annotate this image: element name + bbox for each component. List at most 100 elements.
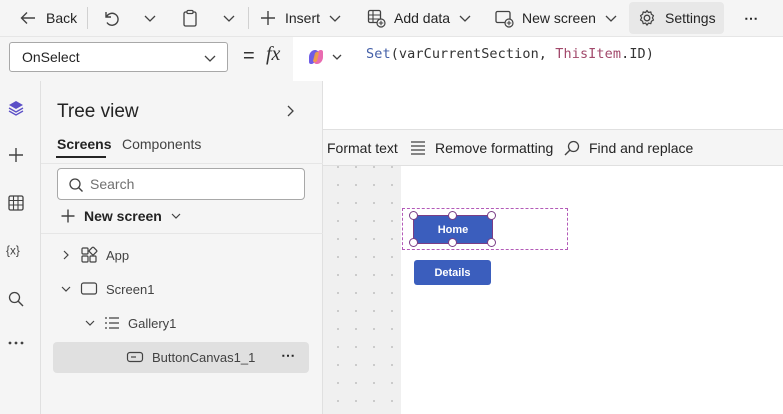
button-icon [126, 351, 144, 363]
details-button[interactable]: Details [414, 260, 491, 285]
node-more-button[interactable]: ⋯ [281, 347, 295, 364]
tab-underline [56, 156, 106, 158]
resize-handle-bottom[interactable] [448, 238, 457, 247]
find-replace-button[interactable]: Find and replace [563, 129, 693, 166]
add-data-label: Add data [394, 10, 451, 26]
tree-node-screen1[interactable]: Screen1 [60, 274, 154, 304]
canvas-grid [323, 166, 401, 414]
formula-rest: .ID) [621, 46, 655, 62]
formula-paren: ( [390, 46, 399, 62]
back-button[interactable]: Back [18, 0, 77, 36]
tab-screens[interactable]: Screens [57, 136, 111, 152]
chevron-down-icon [85, 320, 95, 326]
plus-icon [261, 11, 275, 25]
resize-handle-bottom-left[interactable] [409, 238, 418, 247]
more-icon: ⋯ [744, 9, 758, 26]
gallery-icon [105, 317, 119, 329]
formula-text[interactable]: Set(varCurrentSection, ThisItem.ID) [366, 46, 654, 62]
paste-dropdown[interactable] [222, 0, 236, 36]
copilot-icon [309, 50, 342, 64]
chevron-down-icon [329, 15, 341, 22]
undo-button[interactable] [101, 0, 121, 36]
chevron-down-icon [223, 15, 235, 22]
arrow-left-icon [20, 12, 35, 24]
home-button-label: Home [437, 223, 469, 236]
tree-node-gallery1[interactable]: Gallery1 [84, 308, 176, 338]
chevron-down-icon [61, 286, 71, 292]
new-screen-button[interactable]: New screen [494, 0, 618, 36]
collapse-panel-button[interactable] [285, 104, 297, 118]
property-dropdown[interactable]: OnSelect [9, 42, 228, 72]
search-icon [69, 178, 83, 192]
command-bar: Back Insert Add data New screen Settings… [0, 0, 783, 37]
search-icon[interactable] [6, 289, 26, 309]
settings-button[interactable]: Settings [629, 2, 724, 34]
divider [87, 7, 88, 29]
find-replace-label: Find and replace [589, 139, 694, 156]
search-placeholder: Search [90, 176, 135, 192]
more-icon: ⋯ [281, 347, 295, 363]
divider [41, 163, 323, 164]
chevron-right-icon [63, 250, 69, 260]
resize-handle-top[interactable] [448, 211, 457, 220]
equals-sign: = [243, 45, 255, 67]
table-icon[interactable] [6, 193, 26, 213]
resize-handle-top-left[interactable] [409, 211, 418, 220]
remove-formatting-label: Remove formatting [435, 139, 554, 156]
settings-label: Settings [665, 10, 716, 26]
chevron-down-icon [459, 15, 471, 22]
divider [248, 7, 249, 29]
back-label: Back [46, 10, 78, 26]
tree-node-label: App [106, 247, 130, 263]
svg-text:{x}: {x} [6, 244, 20, 258]
tree-node-label: Gallery1 [128, 315, 177, 331]
tree-node-label: ButtonCanvas1_1 [152, 349, 256, 365]
remove-formatting-icon [411, 140, 425, 155]
new-screen-tree-button[interactable]: New screen [60, 206, 182, 226]
new-screen-icon [495, 10, 514, 28]
plus-icon [61, 209, 75, 223]
app-screen[interactable] [401, 166, 783, 414]
left-rail: {x} [0, 81, 41, 414]
formula-thisitem: ThisItem [555, 46, 622, 62]
paste-button[interactable] [180, 0, 200, 36]
property-value: OnSelect [22, 49, 80, 65]
divider [41, 233, 323, 234]
format-text-label: Format text [327, 139, 398, 156]
chevron-down-icon [144, 15, 156, 22]
tree-view-title: Tree view [57, 101, 139, 122]
tree-node-app[interactable]: App [60, 240, 129, 270]
chevron-down-icon [605, 15, 617, 22]
formula-variable: varCurrentSection [398, 46, 539, 62]
new-screen-tree-label: New screen [84, 208, 162, 224]
plus-icon[interactable] [6, 145, 26, 165]
details-button-label: Details [434, 266, 471, 279]
clipboard-icon [183, 9, 197, 27]
chevron-down-icon [204, 55, 216, 62]
search-icon [564, 140, 580, 155]
more-icon[interactable] [6, 333, 26, 353]
more-button[interactable]: ⋯ [744, 0, 758, 36]
undo-dropdown[interactable] [143, 0, 157, 36]
remove-formatting-button[interactable]: Remove formatting [409, 129, 553, 166]
add-data-button[interactable]: Add data [366, 0, 472, 36]
fx-icon: fx [266, 43, 281, 65]
copilot-button[interactable] [305, 47, 347, 67]
resize-handle-bottom-right[interactable] [487, 238, 496, 247]
formula-comma: , [538, 46, 556, 62]
layers-icon[interactable] [6, 98, 26, 118]
resize-handle-top-right[interactable] [487, 211, 496, 220]
variables-icon[interactable]: {x} [6, 240, 26, 260]
new-screen-label: New screen [522, 10, 596, 26]
tab-components[interactable]: Components [122, 136, 201, 152]
screen-icon [80, 282, 98, 295]
gear-icon [639, 9, 655, 26]
insert-button[interactable]: Insert [259, 0, 342, 36]
chevron-down-icon [171, 213, 181, 219]
tree-node-label: Screen1 [106, 281, 155, 297]
formula-function: Set [366, 46, 391, 62]
search-input[interactable]: Search [57, 168, 305, 200]
app-icon [81, 246, 98, 263]
tree-node-content: ButtonCanvas1_1 [126, 342, 255, 372]
undo-icon [105, 12, 119, 26]
